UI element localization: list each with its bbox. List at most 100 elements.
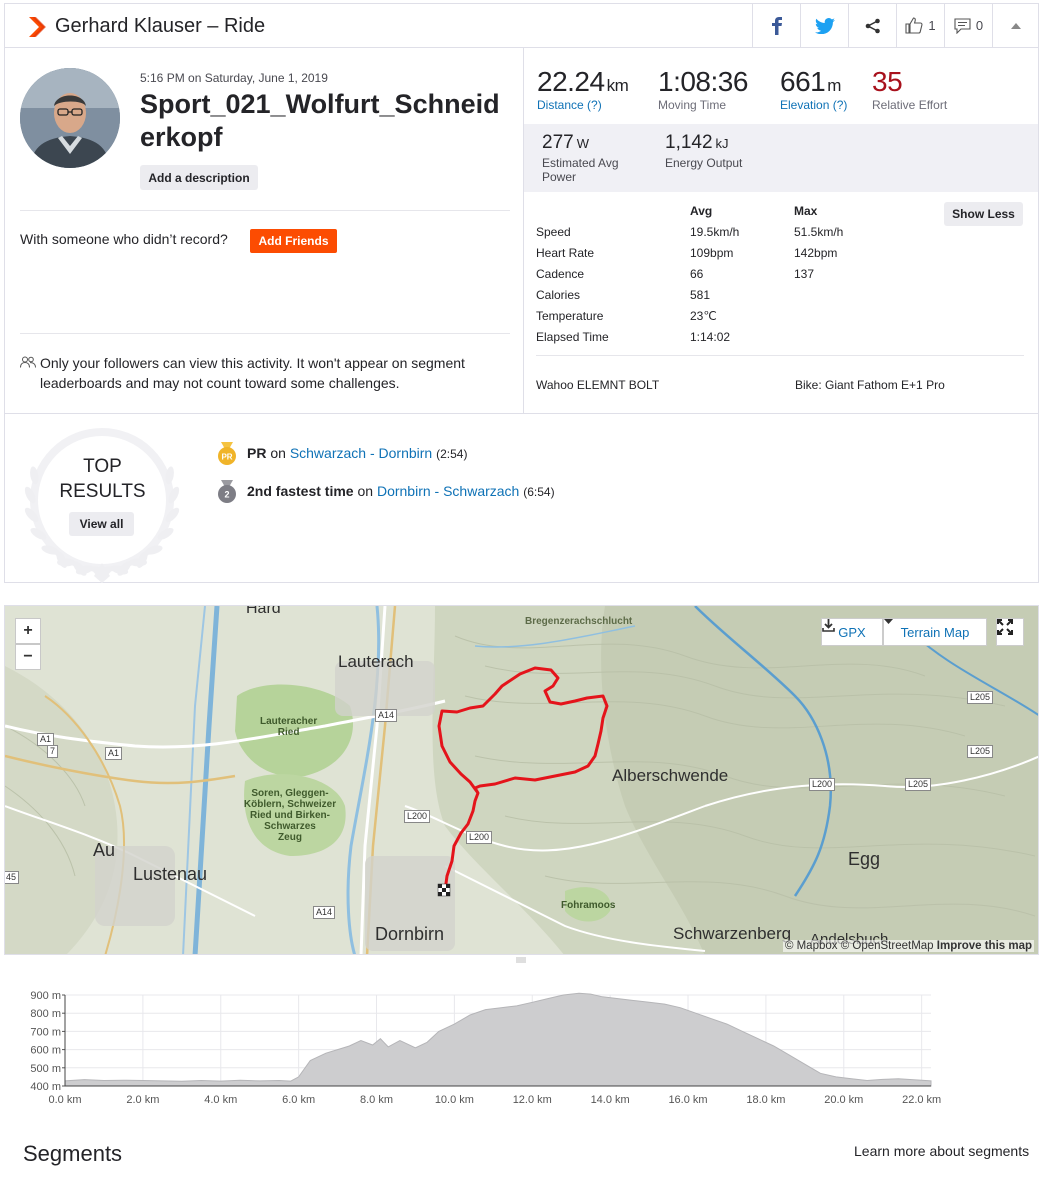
avg-column-header: Avg — [690, 204, 713, 218]
share-button[interactable] — [848, 4, 896, 47]
energy-value: 1,142 — [665, 132, 713, 153]
collapse-button[interactable] — [992, 4, 1039, 47]
x-tick-label: 4.0 km — [204, 1094, 237, 1106]
stats-avg: 109bpm — [690, 246, 734, 260]
road-shield: L205 — [967, 691, 994, 704]
gpx-download-button[interactable]: GPX — [821, 618, 883, 646]
stats-avg: 23℃ — [690, 309, 717, 323]
power-unit: W — [576, 136, 589, 151]
divider — [20, 333, 510, 334]
facebook-share-button[interactable] — [752, 4, 800, 47]
distance-unit: km — [606, 76, 629, 95]
attribution-text: © Mapbox © OpenStreetMap — [784, 940, 934, 952]
add-description-button[interactable]: Add a description — [140, 165, 258, 190]
divider — [20, 210, 510, 211]
distance-label[interactable]: Distance (?) — [537, 98, 628, 112]
add-friends-button[interactable]: Add Friends — [250, 229, 337, 253]
stats-avg: 581 — [690, 288, 711, 302]
stat-power: 277 W Estimated Avg Power — [542, 132, 619, 184]
moving-time-label: Moving Time — [658, 98, 727, 112]
elevation-chart[interactable]: 400 m 500 m 600 m 700 m 800 m 900 m 0.0 km 2.0 … — [4, 965, 1039, 1115]
share-icon — [865, 18, 880, 33]
activity-stats: 22.24 km Distance (?) 1:08:36 Moving Time… — [524, 48, 1038, 413]
elevation-chart-svg: 400 m 500 m 600 m 700 m 800 m 900 m 0.0 km 2.0 … — [30, 990, 941, 1106]
gpx-label: GPX — [838, 624, 866, 640]
zoom-in-button[interactable]: + — [15, 618, 41, 644]
segment-link[interactable]: Dornbirn - Schwarzach — [377, 483, 519, 499]
stats-avg: 19.5km/h — [690, 225, 740, 239]
place-label: Lauterach — [338, 652, 414, 671]
road-shield: L200 — [466, 831, 493, 844]
stat-relative-effort[interactable]: 35 Relative Effort — [872, 66, 947, 112]
device-name: Wahoo ELEMNT BOLT — [536, 378, 660, 392]
pr-medal-icon: PR — [218, 442, 236, 465]
stat-energy: 1,142 kJ Energy Output — [665, 132, 742, 170]
finish-flag-icon — [437, 883, 451, 897]
route-map[interactable]: Hard Lauterach Bregenzerachschlucht Laut… — [4, 605, 1039, 955]
place-label-line: Lauteracher — [260, 716, 318, 727]
segment-link[interactable]: Schwarzach - Dornbirn — [290, 445, 432, 461]
x-tick-label: 12.0 km — [513, 1094, 552, 1106]
x-tick-label: 16.0 km — [668, 1094, 707, 1106]
energy-label: Energy Output — [665, 156, 743, 170]
improve-map-link[interactable]: Improve this map — [937, 940, 1032, 952]
twitter-icon — [814, 17, 835, 34]
zoom-out-button[interactable]: − — [15, 644, 41, 670]
road-shield: 45 — [5, 871, 20, 884]
top-results-section: TOP RESULTS View all PR PR on Schwarzach… — [5, 413, 1038, 583]
activity-header: Gerhard Klauser – Ride 1 0 — [4, 3, 1039, 48]
place-label-line: Soren, Gleggen- — [251, 788, 329, 799]
stats-max: 137 — [794, 267, 815, 281]
avatar[interactable] — [20, 68, 120, 168]
stats-label: Temperature — [536, 309, 604, 323]
activity-name: Sport_021_Wolfurt_Schneiderkopf — [140, 89, 500, 152]
privacy-notice: Only your followers can view this activi… — [40, 355, 465, 391]
map-type-select[interactable]: Terrain Map — [883, 618, 987, 646]
bike-name: Bike: Giant Fathom E+1 Pro — [795, 378, 945, 392]
x-tick-label: 10.0 km — [435, 1094, 474, 1106]
resize-handle-icon[interactable] — [516, 957, 526, 963]
energy-unit: kJ — [715, 136, 729, 151]
someone-prompt: With someone who didn’t record? — [20, 231, 228, 247]
stats-max: 51.5km/h — [794, 225, 844, 239]
page-title: Gerhard Klauser – Ride — [55, 15, 266, 37]
kudos-button[interactable]: 1 — [896, 4, 944, 47]
view-all-button[interactable]: View all — [69, 512, 134, 536]
terrain-map — [5, 606, 1038, 954]
thumbs-up-icon — [905, 17, 923, 34]
place-label: Fohramoos — [561, 900, 616, 911]
y-tick-label: 400 m — [30, 1081, 61, 1093]
stats-label: Calories — [536, 288, 581, 302]
activity-summary: 5:16 PM on Saturday, June 1, 2019 Sport_… — [4, 48, 1039, 583]
silver-medal-text: 2 — [224, 490, 229, 500]
comments-button[interactable]: 0 — [944, 4, 992, 47]
stats-row: Speed 19.5km/h 51.5km/h — [536, 225, 1026, 246]
fullscreen-button[interactable] — [996, 618, 1024, 646]
place-label: Egg — [848, 849, 881, 869]
place-label: Soren, Gleggen- Köblern, Schweizer Ried … — [235, 788, 345, 843]
road-shield: A14 — [313, 906, 336, 919]
road-shield: 7 — [47, 745, 59, 758]
stats-row: Temperature 23℃ — [536, 309, 1026, 330]
max-column-header: Max — [794, 204, 818, 218]
comments-count: 0 — [975, 18, 984, 33]
place-label: Alberschwende — [612, 766, 729, 785]
map-attribution[interactable]: © Mapbox © OpenStreetMap Improve this ma… — [782, 940, 1034, 952]
achievement-on: on — [266, 445, 290, 461]
place-label-line: Schwarzes — [264, 821, 316, 832]
moving-time-value: 1:08:36 — [658, 66, 748, 97]
learn-more-segments-link[interactable]: Learn more about segments — [854, 1143, 1029, 1159]
elevation-label[interactable]: Elevation (?) — [780, 98, 847, 112]
divider — [536, 355, 1024, 356]
x-tick-label: 6.0 km — [282, 1094, 315, 1106]
place-label: Lustenau — [133, 864, 208, 884]
stats-max: 142bpm — [794, 246, 838, 260]
stats-row: Cadence 66 137 — [536, 267, 1026, 288]
show-less-button[interactable]: Show Less — [944, 202, 1023, 226]
twitter-share-button[interactable] — [800, 4, 848, 47]
stats-avg: 1:14:02 — [690, 330, 731, 344]
elevation-value: 661 — [780, 66, 826, 97]
x-tick-label: 2.0 km — [126, 1094, 159, 1106]
stat-moving-time: 1:08:36 Moving Time — [658, 66, 748, 112]
power-value: 277 — [542, 132, 574, 153]
